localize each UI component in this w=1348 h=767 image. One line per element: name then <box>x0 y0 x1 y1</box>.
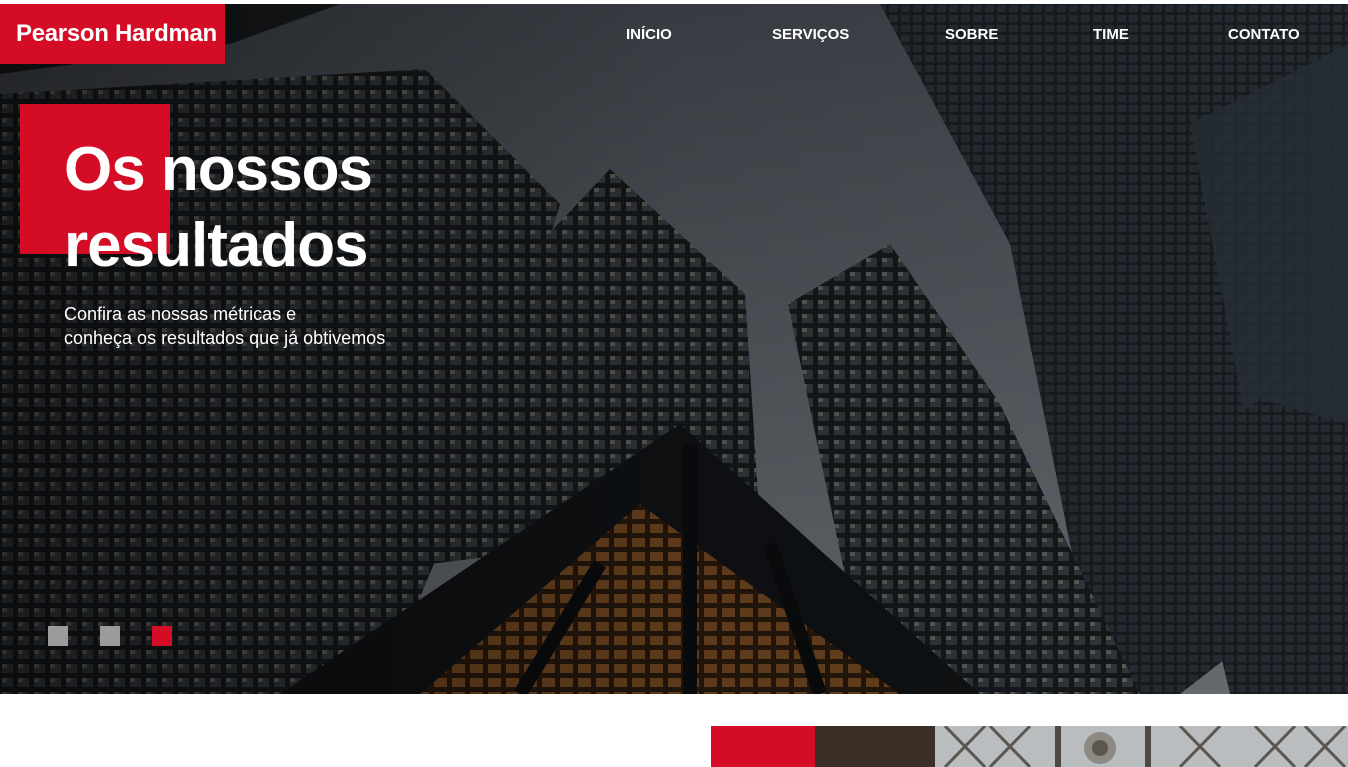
brand-logo[interactable]: Pearson Hardman <box>0 4 225 64</box>
hero-title-line-2: resultados <box>64 211 369 280</box>
section-accent-block <box>711 726 815 767</box>
hero-subtitle-line-2: conheça os resultados que já obtivemos <box>64 328 386 348</box>
nav-item-contato[interactable]: CONTATO <box>1228 26 1300 43</box>
hero-subtitle-line-1: Confira as nossas métricas e <box>64 304 297 324</box>
hero-subtitle: Confira as nossas métricas e conheça os … <box>64 302 424 350</box>
slider-dot-1[interactable] <box>48 626 68 646</box>
hero-title: Os nossos resultados <box>64 132 373 284</box>
nav-item-servicos[interactable]: SERVIÇOS <box>772 26 849 43</box>
nav-item-inicio[interactable]: INÍCIO <box>626 26 672 43</box>
nav-item-time[interactable]: TIME <box>1093 26 1129 43</box>
team-photo-image <box>815 726 1348 767</box>
hero-title-line-1: Os nossos <box>64 135 373 204</box>
slider-dot-2[interactable] <box>100 626 120 646</box>
office-window-pattern-image <box>815 726 1348 767</box>
slider-dot-3[interactable] <box>152 626 172 646</box>
nav-item-sobre[interactable]: SOBRE <box>945 26 998 43</box>
